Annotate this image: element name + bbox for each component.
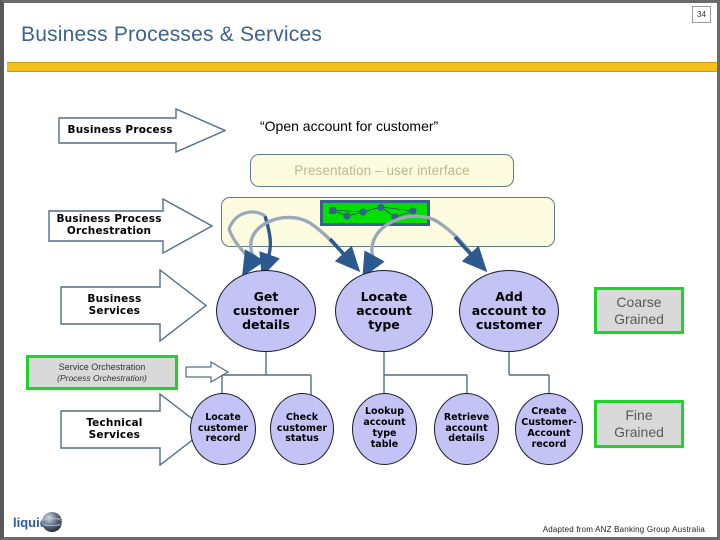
layer-label-text: Business Services	[87, 292, 179, 318]
layer-label-line2: Orchestration	[66, 225, 152, 237]
granularity-fine-line2: Grained	[614, 424, 664, 440]
business-service-oval[interactable]: Locate account type	[335, 270, 433, 352]
technical-service-label: Lookup account type table	[363, 406, 406, 450]
presentation-layer-banner: Presentation – user interface	[250, 154, 514, 187]
service-orchestration-title: Service Orchestration	[58, 361, 146, 372]
technical-service-oval[interactable]: Locate customer record	[190, 393, 256, 465]
granularity-fine-line1: Fine	[625, 407, 653, 424]
technical-service-oval[interactable]: Retrieve account details	[434, 393, 499, 465]
layer-label-line1: Business	[87, 292, 142, 305]
layer-label-business-process: Business Process	[58, 108, 226, 153]
business-service-label: Locate account type	[356, 288, 412, 333]
accent-divider-bar	[7, 62, 717, 72]
granularity-coarse-line1: Coarse	[616, 293, 662, 310]
technical-service-oval[interactable]: Lookup account type table	[352, 393, 417, 465]
service-orchestration-subtitle: (Process Orchestration)	[57, 372, 147, 383]
process-nodes-icon	[329, 203, 417, 221]
layer-label-line1: Technical	[86, 416, 143, 429]
business-service-label: Get customer details	[233, 288, 299, 333]
technical-service-label: Create Customer- Account record	[521, 406, 577, 450]
layer-label-technical-services: Technical Services	[60, 393, 207, 466]
business-service-oval[interactable]: Add account to customer	[459, 270, 559, 352]
layer-label-business-process-orchestration: Business Process Orchestration	[48, 198, 213, 254]
liquidhub-logo: liquid	[12, 510, 68, 534]
process-name-quote: “Open account for customer”	[260, 118, 439, 134]
business-service-label: Add account to customer	[471, 288, 547, 333]
service-orchestration-box: Service Orchestration (Process Orchestra…	[26, 355, 178, 390]
business-service-oval[interactable]: Get customer details	[216, 270, 316, 352]
source-credit: Adapted from ANZ Banking Group Australia	[542, 525, 705, 534]
page-title: Business Processes & Services	[21, 23, 323, 46]
technical-service-label: Check customer status	[276, 411, 328, 445]
technical-service-oval[interactable]: Create Customer- Account record	[515, 393, 583, 465]
layer-label-text: Business Process	[67, 123, 173, 136]
slide-canvas: 34 Business Processes & Services Busines…	[0, 0, 720, 540]
layer-label-text: Technical Services	[86, 416, 181, 442]
technical-service-label: Locate customer record	[197, 411, 249, 445]
layer-label-text: Business Process Orchestration	[56, 213, 204, 238]
granularity-fine-box: Fine Grained	[594, 400, 684, 448]
flow-arrow-left-tail	[241, 249, 265, 277]
technical-service-label: Retrieve account details	[443, 411, 490, 445]
page-number-badge: 34	[692, 6, 711, 23]
process-flow-graphic	[320, 200, 430, 226]
technical-service-oval[interactable]: Check customer status	[270, 393, 334, 465]
layer-label-business-services: Business Services	[60, 269, 207, 342]
presentation-layer-label: Presentation – user interface	[294, 163, 470, 178]
granularity-coarse-line2: Grained	[614, 310, 664, 327]
logo-icon: liquid	[13, 512, 63, 532]
layer-label-line2: Services	[88, 304, 141, 317]
layer-label-line1: Business Process	[56, 213, 162, 226]
flow-arrow-right-tail	[362, 250, 385, 278]
layer-label-line2: Services	[88, 428, 141, 441]
granularity-coarse-box: Coarse Grained	[594, 287, 684, 334]
small-arrow-icon	[185, 361, 229, 383]
